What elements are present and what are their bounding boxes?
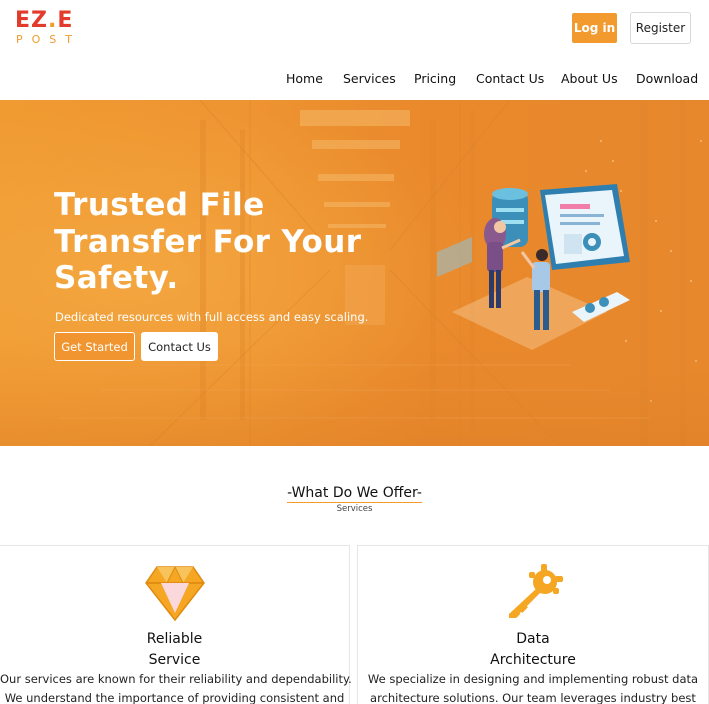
nav-services[interactable]: Services <box>343 71 396 87</box>
people-with-data-dashboard-illustration <box>437 184 630 350</box>
card-title: Data Architecture <box>490 631 576 668</box>
nav-pricing[interactable]: Pricing <box>414 71 456 87</box>
nav-home[interactable]: Home <box>286 71 323 87</box>
nav-download[interactable]: Download <box>636 71 698 87</box>
diamond-icon <box>145 566 205 622</box>
service-card-reliable: Reliable Service Our services are known … <box>0 545 352 704</box>
get-started-button[interactable]: Get Started <box>54 332 135 361</box>
hero-subtitle: Dedicated resources with full access and… <box>55 310 369 324</box>
card-description: Our services are known for their reliabi… <box>0 672 352 704</box>
key-icon <box>509 564 563 619</box>
service-card-data-architecture: Data Architecture We specialize in desig… <box>357 545 709 704</box>
card-description: We specialize in designing and implement… <box>367 672 699 704</box>
nav-about-us[interactable]: About Us <box>561 71 618 87</box>
ezepost-logo[interactable]: EZ.E POST <box>15 10 77 48</box>
nav-contact-us[interactable]: Contact Us <box>476 71 544 87</box>
hero-title: Trusted File Transfer For Your Safety. <box>54 187 362 296</box>
register-button[interactable]: Register <box>630 12 691 44</box>
hero-banner: Trusted File Transfer For Your Safety. D… <box>0 100 709 446</box>
section-title: -What Do We Offer- <box>287 485 422 503</box>
site-header: EZ.E POST Log in Register Home Services … <box>0 0 709 100</box>
card-title: Reliable Service <box>146 631 203 668</box>
login-button[interactable]: Log in <box>572 13 617 43</box>
section-subtitle: Services <box>336 504 373 514</box>
hero-contact-us-button[interactable]: Contact Us <box>141 332 218 361</box>
